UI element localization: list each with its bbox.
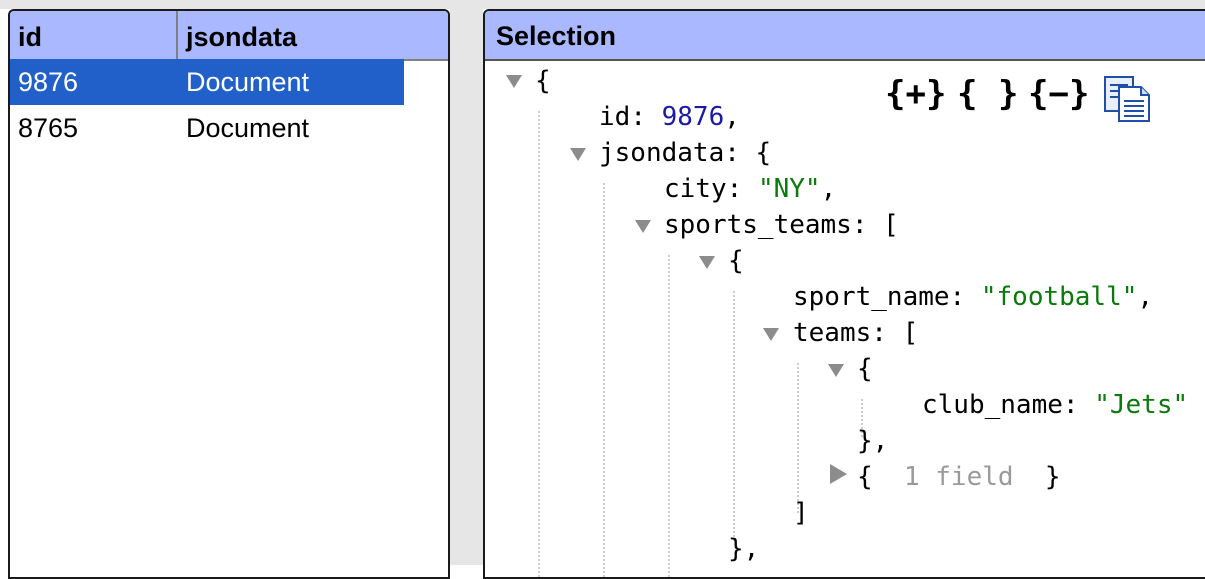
json-line-sports-teams: sports_teams: [ xyxy=(664,210,899,240)
left-edge xyxy=(0,488,8,565)
json-line-id: id: 9876, xyxy=(599,102,740,132)
collapsed-summary: 1 field xyxy=(903,462,1014,492)
json-key-sport-name: sport_name xyxy=(793,282,950,312)
json-key-club-name: club_name xyxy=(922,390,1063,420)
json-line-jsondata: jsondata: { xyxy=(599,138,772,168)
json-value-sport-name: "football" xyxy=(980,282,1138,312)
collapse-toggle-jsondata[interactable] xyxy=(570,148,586,161)
json-key-jsondata: jsondata xyxy=(599,138,725,168)
json-key-sports-teams: sports_teams xyxy=(664,210,852,240)
json-root-open: { xyxy=(535,66,551,96)
selection-header: Selection xyxy=(485,11,1205,61)
collapse-all-button[interactable]: {−} xyxy=(1028,74,1089,114)
results-table: id jsondata 9876 Document 8765 Document xyxy=(8,9,450,579)
collapse-toggle-club-object[interactable] xyxy=(828,364,844,377)
indent-guide xyxy=(668,255,670,577)
cell-jsondata: Document xyxy=(186,67,310,97)
table-row[interactable]: 9876 Document xyxy=(10,59,404,105)
json-key-teams: teams xyxy=(793,318,872,348)
json-collapsed-object[interactable]: { 1 field } xyxy=(857,459,1061,495)
json-line-city: city: "NY", xyxy=(664,174,837,204)
indent-guide xyxy=(797,363,799,513)
expand-toggle-collapsed-object[interactable] xyxy=(830,464,847,484)
cell-id: 9876 xyxy=(18,67,79,97)
selection-panel: Selection {+} { } {−} { id: 9876, jsonda… xyxy=(483,9,1205,579)
braces-button[interactable]: { } xyxy=(957,74,1018,114)
json-value-id: 9876 xyxy=(661,102,725,132)
json-object-open: { xyxy=(728,246,744,276)
json-line-sport-name: sport_name: "football", xyxy=(793,282,1154,312)
json-key-city: city xyxy=(664,174,727,204)
collapse-toggle-team-object[interactable] xyxy=(699,256,715,269)
panel-gap xyxy=(450,0,483,565)
column-header-jsondata[interactable]: jsondata xyxy=(178,11,448,59)
cell-id: 8765 xyxy=(18,113,79,143)
expand-all-button[interactable]: {+} xyxy=(885,74,946,114)
json-key-id: id xyxy=(599,102,631,132)
json-value-club-name: "Jets" xyxy=(1094,390,1189,420)
table-row[interactable]: 8765 Document xyxy=(10,105,448,151)
cell-jsondata: Document xyxy=(186,113,310,143)
indent-guide xyxy=(733,291,735,541)
json-value-city: "NY" xyxy=(757,174,821,204)
column-header-id[interactable]: id xyxy=(10,11,178,59)
json-object-close: }, xyxy=(728,534,760,564)
top-gap xyxy=(0,0,1205,9)
copy-document-icon[interactable] xyxy=(1103,75,1155,123)
json-object-close: }, xyxy=(857,426,889,456)
selection-title: Selection xyxy=(496,21,617,51)
indent-guide xyxy=(538,111,540,577)
collapse-toggle-teams[interactable] xyxy=(763,328,779,341)
collapse-toggle-root[interactable] xyxy=(506,75,522,88)
indent-guide xyxy=(603,183,605,577)
json-line-teams: teams: [ xyxy=(793,318,919,348)
json-array-close: ] xyxy=(793,498,809,528)
collapse-toggle-sports-teams[interactable] xyxy=(635,220,651,233)
table-header: id jsondata xyxy=(10,11,448,61)
json-line-club-name: club_name: "Jets" xyxy=(922,390,1189,420)
json-object-open: { xyxy=(857,354,873,384)
